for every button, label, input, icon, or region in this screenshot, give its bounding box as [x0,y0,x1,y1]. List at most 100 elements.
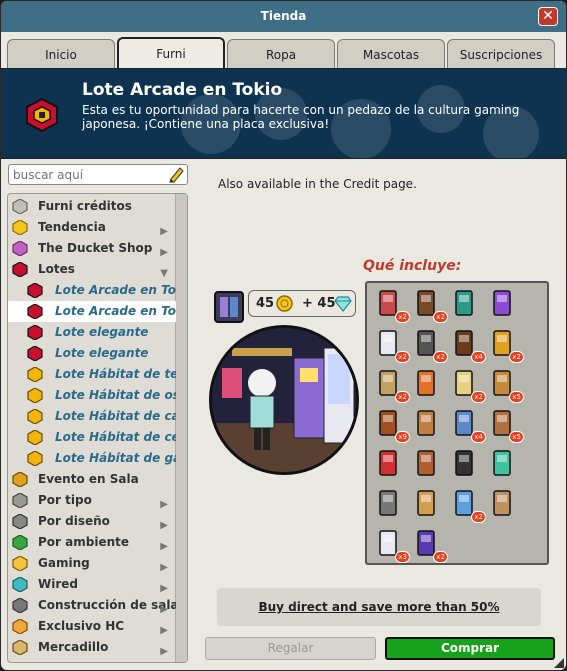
bundle-item[interactable] [411,407,445,441]
nav-item[interactable]: Por ambiente ▶ [8,532,176,553]
buy-direct-link[interactable]: Buy direct and save more than 50% [217,588,541,626]
bundle-item[interactable] [449,287,483,321]
nav-item[interactable]: Lote Arcade en Tokio [8,301,176,322]
bundle-item[interactable] [449,447,483,481]
bundle-item[interactable] [373,447,407,481]
bundle-item[interactable]: x2 [373,367,410,403]
quantity-badge: x2 [471,511,486,523]
nav-item[interactable]: Lote Arcade en Tokio [8,280,176,301]
bundle-item[interactable] [487,487,521,521]
bundle-item[interactable]: x4 [449,327,486,363]
tab-furni[interactable]: Furni [117,37,225,70]
buy-button[interactable]: Comprar [385,637,555,660]
chevron-right-icon[interactable]: ▶ [160,620,168,637]
bundle-item[interactable] [411,487,445,521]
chevron-right-icon[interactable]: ▶ [160,494,168,511]
price-diamonds: + 45 [302,296,336,311]
bundle-item[interactable]: x2 [411,287,448,323]
tab-suscripciones[interactable]: Suscripciones [447,39,555,69]
bundle-gold-icon [27,409,43,424]
nav-item[interactable]: Lote Hábitat de osito polar [8,385,176,406]
resize-grip-icon[interactable] [554,658,564,668]
nav-item[interactable]: Lotes ▼ [8,259,176,280]
bundle-item[interactable]: x4 [449,407,486,443]
event-icon [12,472,28,487]
stool-icon [455,290,473,316]
nav-item[interactable]: Mercadillo ▶ [8,637,176,658]
bundle-item[interactable]: x2 [449,487,486,523]
nav-item[interactable]: Por diseño ▶ [8,511,176,532]
nav-item[interactable]: Evento en Sala [8,469,176,490]
chevron-right-icon[interactable]: ▶ [160,557,168,574]
bundle-item[interactable] [411,447,445,481]
nav-item[interactable]: Por tipo ▶ [8,490,176,511]
bundle-item[interactable]: x9 [373,407,410,443]
bundle-item[interactable]: x2 [373,327,410,363]
chevron-right-icon[interactable]: ▶ [160,641,168,658]
nav-item[interactable]: Furni créditos [8,196,176,217]
bundle-item[interactable] [373,487,407,521]
nav-item[interactable]: Lote Hábitat de gatitos [8,448,176,469]
bundle-gold-icon [27,430,43,445]
gift-button[interactable]: Regalar [205,637,376,660]
bundle-item[interactable]: x2 [449,367,486,403]
bundle-icon [12,262,28,277]
bundle-item[interactable]: x2 [411,327,448,363]
ducket-icon [12,241,28,256]
bundle-item[interactable] [411,367,445,401]
search-box[interactable] [8,164,188,185]
chevron-right-icon[interactable]: ▶ [160,578,168,595]
chevron-right-icon[interactable]: ▶ [160,515,168,532]
nav-item[interactable]: Lote elegante [8,343,176,364]
bundle-item[interactable] [487,287,521,321]
chevron-right-icon[interactable]: ▶ [160,221,168,238]
bundle-item[interactable]: x2 [487,327,524,363]
nav-item-label: Lote Hábitat de terriers [55,367,176,381]
nav-item-label: Lote Hábitat de cerditos [55,430,176,444]
chevron-right-icon[interactable]: ▶ [160,536,168,553]
quantity-badge: x4 [471,351,486,363]
nav-item[interactable]: Lote Hábitat de terriers [8,364,176,385]
quantity-badge: x2 [509,351,524,363]
pencil-icon[interactable] [168,166,184,183]
nav-item-label: Lote Arcade en Tokio [55,283,176,297]
nav-item[interactable]: Gaming ▶ [8,553,176,574]
nav-item[interactable]: Tendencia ▶ [8,217,176,238]
quantity-badge: x9 [395,431,410,443]
catalog-banner: Lote Arcade en Tokio Esta es tu oportuni… [1,68,566,159]
bundle-item[interactable] [487,447,521,481]
title-bar[interactable]: Tienda ✕ [1,1,566,32]
catalog-navigation: Furni créditos Tendencia ▶ The Ducket Shop ▶… [7,193,188,663]
nav-item[interactable]: Lote Hábitat de cachorro [8,406,176,427]
quantity-badge: x4 [471,431,486,443]
preview-scene [212,328,356,472]
tab-ropa[interactable]: Ropa [227,39,335,69]
search-input[interactable] [9,165,159,184]
arcade-machine-icon [493,290,511,316]
chevron-right-icon[interactable]: ▶ [160,599,168,616]
bundle-item[interactable]: x2 [411,527,448,563]
nav-scrollbar[interactable] [175,194,187,662]
bundle-item[interactable]: x5 [487,367,524,403]
nav-item[interactable]: The Ducket Shop ▶ [8,238,176,259]
tab-inicio[interactable]: Inicio [7,39,115,69]
chevron-down-icon[interactable]: ▼ [160,263,168,280]
tab-mascotas[interactable]: Mascotas [337,39,445,69]
bundle-item[interactable]: x2 [373,287,410,323]
close-button[interactable]: ✕ [538,7,558,26]
chevron-right-icon[interactable]: ▶ [160,242,168,259]
nav-item[interactable]: Lote Hábitat de cerditos [8,427,176,448]
bundle-item[interactable]: x3 [373,527,410,563]
quantity-badge: x2 [395,391,410,403]
bundle-item[interactable]: x5 [487,407,524,443]
nav-item[interactable]: Exclusivo HC ▶ [8,616,176,637]
nav-item[interactable]: Construcción de salas ▶ [8,595,176,616]
nav-item-label: Tendencia [38,220,106,234]
quantity-badge: x2 [433,311,448,323]
banner-description: Esta es tu oportunidad para hacerte con … [82,103,520,131]
quantity-badge: x3 [395,551,410,563]
nav-item[interactable]: Wired ▶ [8,574,176,595]
nav-item-label: Lote elegante [55,346,149,360]
nav-item[interactable]: Lote elegante [8,322,176,343]
includes-title: Qué incluye: [363,258,462,274]
